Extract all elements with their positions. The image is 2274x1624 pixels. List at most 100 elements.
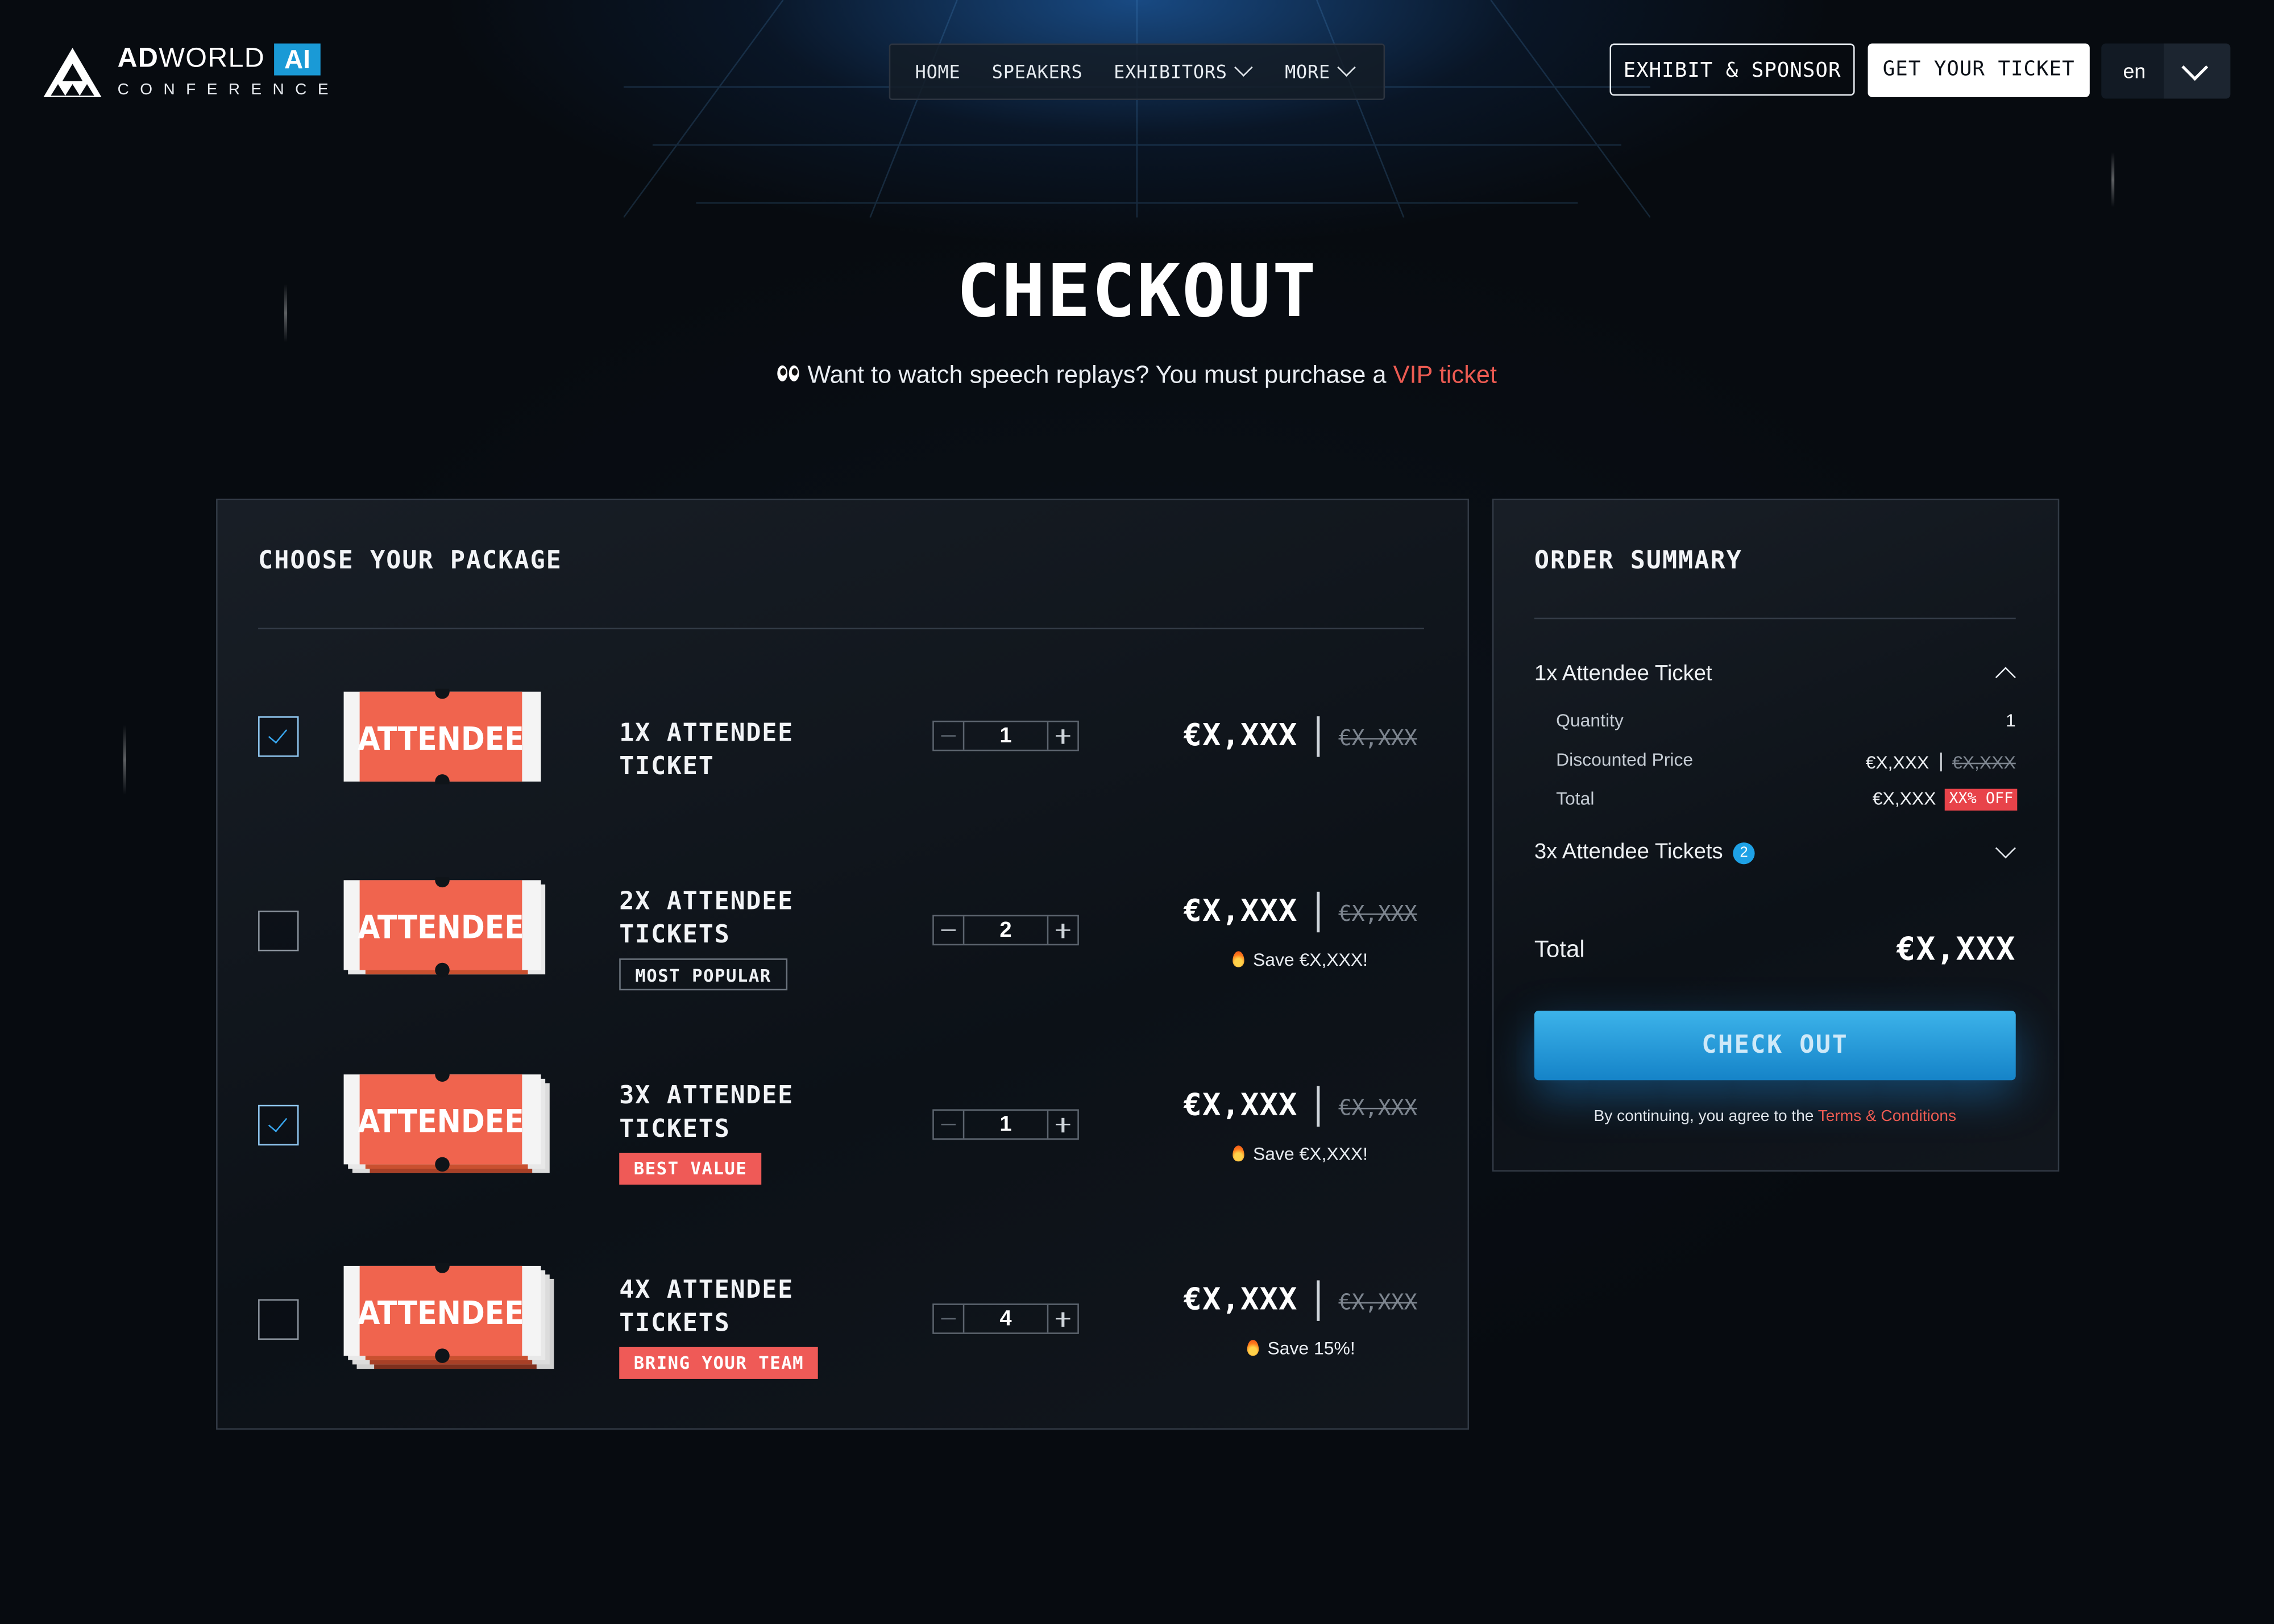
quantity-stepper: 1 [932,720,1079,751]
main-nav: HOME SPEAKERS EXHIBITORS MORE [889,43,1385,101]
logo-ai-badge: AI [274,43,321,76]
fire-icon [1233,951,1244,967]
ticket-image: ATTENDEE [343,688,541,785]
nav-item-more[interactable]: MORE [1285,45,1356,98]
order-total-label: Total [1534,936,1585,963]
package-price: €X,XXX [1183,1281,1298,1317]
increment-button[interactable] [1047,722,1078,750]
package-name: 1X ATTENDEE TICKET [619,719,794,782]
language-value: en [2123,59,2146,83]
order-summary-panel: ORDER SUMMARY 1x Attendee Ticket Quantit… [1492,499,2060,1172]
total-label: Total [1556,788,1595,809]
original-price: €X,XXX [1338,900,1417,927]
package-name: 2X ATTENDEE TICKETS [619,887,794,950]
nav-item-speakers[interactable]: SPEAKERS [992,45,1083,98]
package-name: 4X ATTENDEE TICKETS [619,1276,794,1339]
package-checkbox[interactable] [258,910,299,952]
light-streak [123,725,126,795]
divider [258,628,1424,630]
svg-text:ATTENDEE: ATTENDEE [358,909,524,946]
quantity-label: Quantity [1556,710,1624,731]
package-panel-title: CHOOSE YOUR PACKAGE [258,546,562,576]
most-popular-badge: MOST POPULAR [619,958,787,991]
ticket-image: ATTENDEE [343,1262,554,1369]
discounted-price-value: €X,XXX €X,XXX [1865,752,2016,773]
original-price: €X,XXX [1338,1094,1417,1121]
brand-logo[interactable]: ADWORLD AI CONFERENCE [42,43,332,102]
get-ticket-button[interactable]: GET YOUR TICKET [1868,43,2090,97]
divider [1317,1086,1319,1127]
svg-text:ATTENDEE: ATTENDEE [358,721,524,758]
svg-text:ATTENDEE: ATTENDEE [358,1295,524,1332]
page-title: CHECKOUT [956,249,1318,334]
language-dropdown-toggle[interactable] [2163,43,2231,99]
ticket-image: ATTENDEE [343,877,546,978]
package-name: 3X ATTENDEE TICKETS [619,1081,794,1144]
quantity-stepper: 2 [932,915,1079,946]
original-price: €X,XXX [1338,725,1417,751]
nav-item-home[interactable]: HOME [915,45,961,98]
best-value-badge: BEST VALUE [619,1152,762,1185]
increment-button[interactable] [1047,1305,1078,1333]
package-row: ATTENDEE 3X ATTENDEE TICKETS BEST VALUE 1… [218,1048,1468,1208]
package-price: €X,XXX [1183,893,1298,928]
exhibit-sponsor-button[interactable]: EXHIBIT & SPONSOR [1609,43,1855,96]
package-checkbox[interactable] [258,1299,299,1340]
package-checkbox[interactable] [258,1104,299,1146]
package-row: ATTENDEE 1X ATTENDEE TICKET 1 €X,XXX €X,X… [218,660,1468,820]
vip-ticket-link[interactable]: VIP ticket [1393,361,1497,388]
quantity-stepper: 1 [932,1109,1079,1140]
quantity-value[interactable]: 1 [963,1111,1049,1138]
checkout-button[interactable]: CHECK OUT [1534,1010,2016,1081]
savings-text: Save €X,XXX! [1233,1144,1368,1164]
decrement-button[interactable] [934,1305,965,1333]
divider [1534,617,2016,620]
fire-icon [1247,1340,1259,1356]
chevron-up-icon[interactable] [1995,667,2016,688]
divider [1317,1280,1319,1321]
page-subtitle: Want to watch speech replays? You must p… [0,361,2274,390]
order-summary-title: ORDER SUMMARY [1534,546,1742,576]
package-price: €X,XXX [1183,1087,1298,1123]
chevron-down-icon[interactable] [1995,838,2016,859]
ticket-image: ATTENDEE [343,1071,550,1173]
discount-badge: XX% OFF [1944,788,2018,811]
logo-wordmark: ADWORLD [117,43,265,74]
savings-text: Save 15%! [1247,1338,1355,1359]
savings-text: Save €X,XXX! [1233,950,1368,970]
summary-item-toggle[interactable]: 1x Attendee Ticket [1534,661,1712,686]
background-grid [623,0,1650,218]
package-panel: CHOOSE YOUR PACKAGE ATTENDEE 1X ATTENDEE… [216,499,1470,1430]
package-row: ATTENDEE 4X ATTENDEE TICKETS BRING YOUR T… [218,1243,1468,1402]
increment-button[interactable] [1047,1110,1078,1139]
order-total-value: €X,XXX [1896,932,2016,969]
line-total-value: €X,XXX [1872,788,1936,809]
package-price: €X,XXX [1183,717,1298,753]
discounted-price-label: Discounted Price [1556,749,1694,770]
decrement-button[interactable] [934,1110,965,1139]
quantity-stepper: 4 [932,1303,1079,1334]
quantity-value[interactable]: 1 [963,722,1049,749]
page: { "brand": { "name_bold": "AD", "name_re… [0,0,2274,1624]
increment-button[interactable] [1047,916,1078,944]
eyes-icon [777,365,800,383]
subtitle-text: Want to watch speech replays? You must p… [807,361,1387,389]
logo-tagline: CONFERENCE [117,81,339,99]
divider [1317,891,1319,933]
terms-link[interactable]: Terms & Conditions [1818,1108,1956,1125]
summary-item-toggle[interactable]: 3x Attendee Tickets 2 [1534,840,1755,866]
chevron-down-icon [1338,58,1356,77]
package-checkbox[interactable] [258,716,299,757]
original-price: €X,XXX [1338,1289,1417,1315]
count-badge: 2 [1733,842,1755,865]
decrement-button[interactable] [934,916,965,944]
quantity-value[interactable]: 2 [963,916,1049,944]
bring-your-team-badge: BRING YOUR TEAM [619,1347,819,1379]
decrement-button[interactable] [934,722,965,750]
fire-icon [1233,1145,1244,1162]
quantity-value[interactable]: 4 [963,1305,1049,1332]
checkmark-icon [268,724,288,744]
terms-text: By continuing, you agree to the Terms & … [1594,1107,1957,1125]
divider [1317,716,1319,757]
nav-item-exhibitors[interactable]: EXHIBITORS [1114,45,1254,98]
